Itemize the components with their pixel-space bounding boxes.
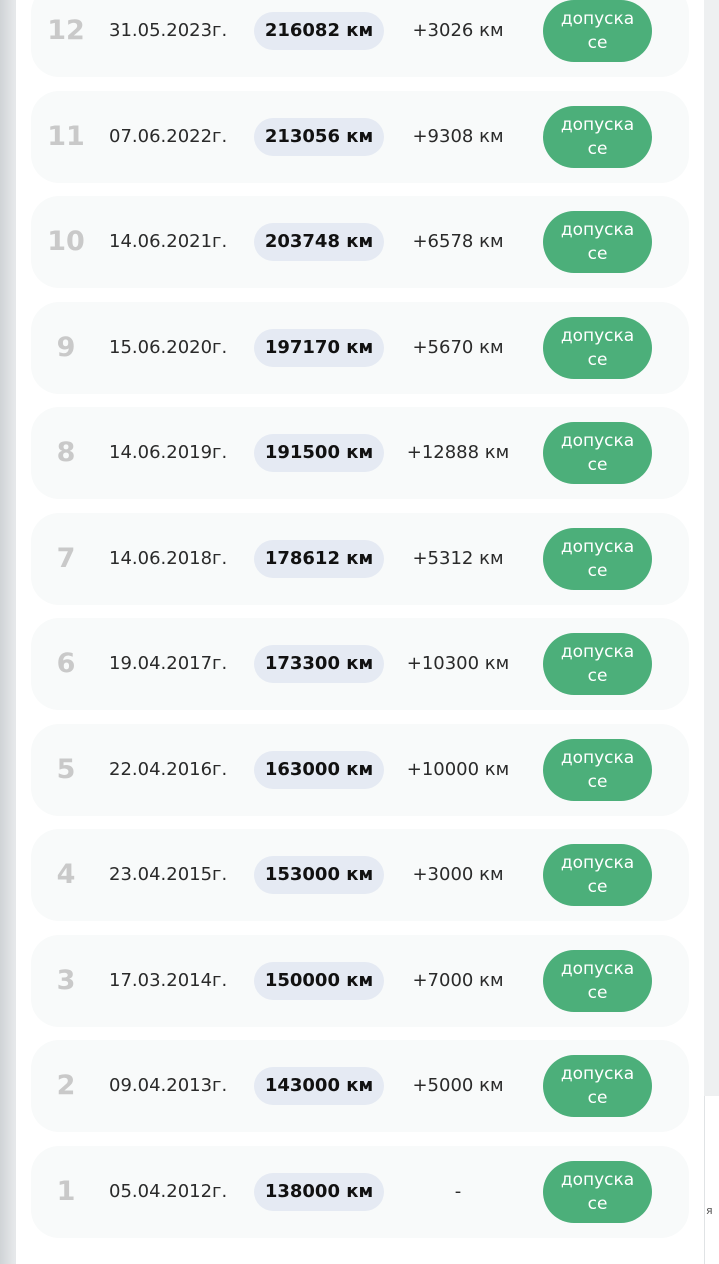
odometer-badge: 191500 км [254, 434, 384, 472]
mileage-difference: +3000 км [412, 864, 504, 885]
status-label: допуска се [560, 9, 635, 53]
mileage-difference: +12888 км [406, 442, 510, 463]
inspection-number: 10 [47, 226, 85, 257]
status-label: допуска се [560, 1169, 635, 1214]
inspection-date: 23.04.2015г. [109, 864, 228, 885]
status-label: допуска се [560, 747, 635, 792]
inspection-history-list: 12 31.05.2023г. 216082 км +3026 км допуска с… [31, 0, 689, 1251]
inspection-date: 19.04.2017г. [109, 653, 228, 674]
inspection-date: 31.05.2023г. [109, 20, 228, 41]
background-page-fragment: я [704, 1096, 719, 1264]
inspection-number: 12 [47, 15, 85, 46]
inspection-row: 10 14.06.2021г. 203748 км +6578 км допуска с… [31, 196, 689, 288]
odometer-badge: 197170 км [254, 328, 384, 367]
status-badge-passed: допуска се [543, 316, 652, 379]
status-badge-passed: допуска се [543, 1160, 652, 1223]
inspection-row: 8 14.06.2019г. 191500 км +12888 км допуска с… [31, 407, 689, 499]
odometer-badge: 143000 км [254, 1067, 384, 1105]
status-label: допуска се [560, 958, 635, 1003]
inspection-row: 6 19.04.2017г. 173300 км +10300 км допуска с… [31, 618, 689, 710]
status-badge-passed: допуска се [543, 1055, 652, 1117]
mileage-difference: - [454, 1180, 462, 1202]
inspection-number: 5 [56, 753, 76, 785]
status-label: допуска се [560, 220, 635, 264]
status-badge-passed: допуска се [543, 0, 652, 62]
odometer-badge: 213056 км [254, 117, 384, 156]
status-label: допуска се [560, 431, 635, 475]
inspection-number: 4 [56, 859, 76, 890]
inspection-row: 2 09.04.2013г. 143000 км +5000 км допуска се [31, 1040, 689, 1132]
inspection-number: 3 [56, 964, 76, 996]
inspection-row: 1 05.04.2012г. 138000 км - допуска се [31, 1145, 689, 1238]
status-badge-passed: допуска се [543, 527, 652, 590]
inspection-date: 15.06.2020г. [109, 336, 228, 358]
mileage-difference: +6578 км [412, 231, 504, 252]
inspection-number: 1 [56, 1175, 76, 1207]
status-label: допуска се [560, 1064, 635, 1108]
odometer-badge: 203748 км [254, 223, 384, 261]
status-badge-passed: допуска се [543, 633, 652, 695]
status-badge-passed: допуска се [543, 738, 652, 801]
inspection-date: 07.06.2022г. [109, 125, 228, 147]
odometer-badge: 138000 км [254, 1172, 384, 1211]
mileage-difference: +7000 км [412, 969, 504, 991]
mileage-difference: +5312 км [412, 547, 504, 569]
inspection-row: 3 17.03.2014г. 150000 км +7000 км допуска се [31, 934, 689, 1027]
inspection-date: 05.04.2012г. [109, 1180, 228, 1202]
inspection-row: 11 07.06.2022г. 213056 км +9308 км допуска с… [31, 90, 689, 183]
status-badge-passed: допуска се [543, 105, 652, 168]
inspection-number: 9 [56, 331, 76, 363]
inspection-number: 2 [56, 1070, 76, 1101]
status-label: допуска се [560, 325, 635, 370]
inspection-date: 17.03.2014г. [109, 969, 228, 991]
inspection-row: 7 14.06.2018г. 178612 км +5312 км допуска се [31, 512, 689, 605]
odometer-badge: 163000 км [254, 750, 384, 789]
odometer-badge: 173300 км [254, 645, 384, 683]
inspection-row: 4 23.04.2015г. 153000 км +3000 км допуска се [31, 829, 689, 921]
mileage-difference: +5000 км [412, 1075, 504, 1096]
status-badge-passed: допуска се [543, 844, 652, 906]
inspection-date: 09.04.2013г. [109, 1075, 228, 1096]
inspection-date: 22.04.2016г. [109, 758, 228, 780]
status-badge-passed: допуска се [543, 422, 652, 484]
status-label: допуска се [560, 536, 635, 581]
status-badge-passed: допуска се [543, 211, 652, 273]
status-label: допуска се [560, 114, 635, 159]
odometer-badge: 150000 км [254, 961, 384, 1000]
inspection-date: 14.06.2018г. [109, 547, 228, 569]
inspection-row: 9 15.06.2020г. 197170 км +5670 км допуска се [31, 301, 689, 394]
background-text-fragment: я [706, 1204, 713, 1217]
status-label: допуска се [560, 853, 635, 897]
inspection-number: 7 [56, 542, 76, 574]
status-label: допуска се [560, 642, 635, 686]
inspection-date: 14.06.2019г. [109, 442, 228, 463]
inspection-number: 11 [47, 120, 85, 152]
mileage-difference: +10300 км [406, 653, 510, 674]
inspection-number: 6 [56, 648, 76, 679]
inspection-row: 12 31.05.2023г. 216082 км +3026 км допуска с… [31, 0, 689, 77]
status-badge-passed: допуска се [543, 949, 652, 1012]
inspection-number: 8 [56, 437, 76, 468]
inspection-date: 14.06.2021г. [109, 231, 228, 252]
mileage-difference: +5670 км [412, 336, 504, 358]
mileage-difference: +9308 км [412, 125, 504, 147]
odometer-badge: 153000 км [254, 856, 384, 894]
odometer-badge: 216082 км [254, 12, 384, 50]
mileage-difference: +3026 км [412, 20, 504, 41]
mileage-difference: +10000 км [406, 758, 510, 780]
inspection-row: 5 22.04.2016г. 163000 км +10000 км допуска с… [31, 723, 689, 816]
odometer-badge: 178612 км [254, 539, 384, 578]
